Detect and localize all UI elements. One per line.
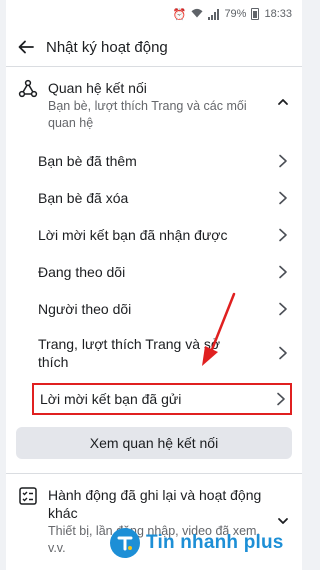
connections-icon bbox=[18, 79, 40, 101]
chevron-right-icon bbox=[278, 265, 288, 279]
list-item-label: Bạn bè đã xóa bbox=[38, 189, 129, 206]
list-item-friends-removed[interactable]: Bạn bè đã xóa bbox=[6, 179, 302, 216]
chevron-down-icon[interactable] bbox=[276, 514, 290, 528]
wifi-icon bbox=[191, 8, 203, 21]
chevron-up-icon[interactable] bbox=[276, 95, 290, 109]
signal-icon bbox=[208, 8, 220, 20]
section-subtitle: Bạn bè, lượt thích Trang và các mối quan… bbox=[48, 99, 247, 130]
connections-list: Bạn bè đã thêm Bạn bè đã xóa Lời mời kết… bbox=[6, 142, 302, 415]
list-item-pages-likes-interests[interactable]: Trang, lượt thích Trang và sở thích bbox=[6, 327, 302, 379]
section-title: Quan hệ kết nối bbox=[48, 80, 147, 96]
watermark-logo: Tin nhanh plus bbox=[110, 528, 284, 558]
list-item-requests-sent[interactable]: Lời mời kết bạn đã gửi bbox=[32, 383, 292, 415]
checklist-icon bbox=[18, 486, 40, 508]
chevron-right-icon bbox=[278, 302, 288, 316]
connections-section-header[interactable]: Quan hệ kết nối Bạn bè, lượt thích Trang… bbox=[6, 67, 302, 132]
list-item-label: Bạn bè đã thêm bbox=[38, 152, 137, 169]
clock: 18:33 bbox=[264, 8, 292, 20]
alarm-icon: ⏰ bbox=[172, 8, 187, 21]
list-item-label: Người theo dõi bbox=[38, 300, 132, 317]
status-bar: ⏰ 79% 18:33 bbox=[6, 0, 302, 28]
page-title: Nhật ký hoạt động bbox=[46, 38, 168, 56]
chevron-right-icon bbox=[278, 228, 288, 242]
view-connections-button[interactable]: Xem quan hệ kết nối bbox=[16, 427, 292, 459]
list-item-label: Đang theo dõi bbox=[38, 263, 126, 280]
list-item-label: Lời mời kết bạn đã gửi bbox=[40, 391, 182, 407]
list-item-followers[interactable]: Người theo dõi bbox=[6, 290, 302, 327]
logo-text: Tin nhanh plus bbox=[146, 532, 284, 553]
phone-screen: ⏰ 79% 18:33 Nhật ký hoạt động Quan hệ kế… bbox=[6, 0, 302, 570]
app-header: Nhật ký hoạt động bbox=[6, 28, 302, 66]
back-arrow-icon[interactable] bbox=[16, 37, 36, 57]
logo-icon bbox=[110, 528, 140, 558]
list-item-label: Trang, lượt thích Trang và sở thích bbox=[38, 336, 221, 370]
battery-icon bbox=[251, 8, 260, 20]
list-item-following[interactable]: Đang theo dõi bbox=[6, 253, 302, 290]
list-item-friends-added[interactable]: Bạn bè đã thêm bbox=[6, 142, 302, 179]
list-item-requests-received[interactable]: Lời mời kết bạn đã nhận được bbox=[6, 216, 302, 253]
battery-percent: 79% bbox=[224, 8, 247, 20]
chevron-right-icon bbox=[278, 191, 288, 205]
section-title: Hành động đã ghi lại và hoạt động khác bbox=[48, 487, 262, 521]
chevron-right-icon bbox=[278, 346, 288, 360]
chevron-right-icon bbox=[276, 392, 286, 406]
list-item-label: Lời mời kết bạn đã nhận được bbox=[38, 226, 228, 243]
chevron-right-icon bbox=[278, 154, 288, 168]
